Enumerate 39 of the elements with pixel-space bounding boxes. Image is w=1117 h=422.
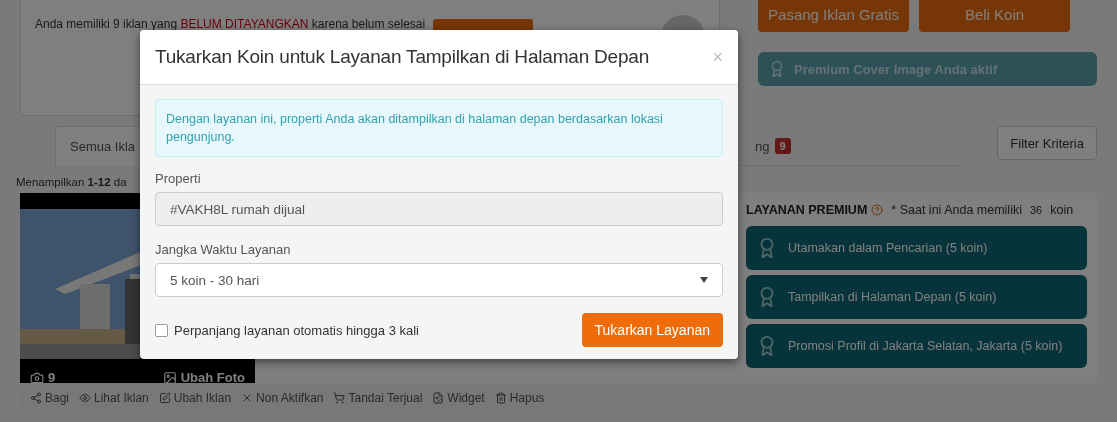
action-link[interactable]: Non Aktifkan: [241, 391, 324, 405]
header-button[interactable]: Pasang Iklan Gratis: [758, 0, 909, 32]
help-icon[interactable]: [871, 204, 884, 216]
coin-unit: koin: [1050, 203, 1074, 217]
action-link[interactable]: Ubah Iklan: [158, 391, 232, 405]
premium-service-button[interactable]: Utamakan dalam Pencarian (5 koin): [746, 226, 1087, 270]
premium-title: LAYANAN PREMIUM: [746, 203, 868, 217]
info-alert: Dengan layanan ini, properti Anda akan ditampilkan di halaman depan berdasarkan lokasi pengunjung.: [155, 99, 723, 157]
result-count: Menampilkan 1-12 da: [16, 176, 127, 188]
share-icon: [30, 392, 42, 404]
modal-title: Tukarkan Koin untuk Layanan Tampilkan di Halaman Depan: [155, 46, 650, 68]
action-link[interactable]: Lihat Iklan: [79, 391, 149, 405]
coin-count: 36: [1029, 204, 1043, 216]
image-icon: [162, 370, 177, 385]
field-label: Properti: [155, 171, 202, 186]
action-link[interactable]: Bagi: [30, 391, 70, 405]
checkbox[interactable]: [155, 323, 168, 337]
field-label: Jangka Waktu Layanan: [155, 242, 292, 257]
delete-icon: [494, 392, 507, 404]
action-link[interactable]: Hapus: [494, 391, 545, 405]
change-photo-link[interactable]: Ubah Foto: [162, 370, 245, 385]
count-badge: 9: [774, 138, 791, 154]
action-link[interactable]: Widget: [432, 391, 485, 405]
tab[interactable]: ng 9: [740, 126, 806, 166]
header-button[interactable]: Beli Koin: [919, 0, 1070, 32]
property-field[interactable]: #VAKH8L rumah dijual: [155, 192, 723, 226]
action-link[interactable]: Tandai Terjual: [333, 391, 423, 405]
caret-icon: [700, 277, 708, 283]
submit-button[interactable]: Tukarkan Layanan: [581, 313, 723, 347]
edit-icon: [158, 392, 171, 404]
filter-button[interactable]: Filter Kriteria: [997, 126, 1097, 160]
premium-service-button[interactable]: Tampilkan di Halaman Depan (5 koin): [746, 275, 1087, 319]
close-button[interactable]: ×: [712, 46, 723, 68]
photo-count: 9: [30, 370, 56, 385]
checkbox-label: Perpanjang layanan otomatis hingga 3 kali: [174, 322, 419, 338]
duration-select[interactable]: 5 koin - 30 hari: [155, 263, 723, 297]
coin-note: * Saat ini Anda memiliki: [891, 203, 1022, 217]
premium-service-button[interactable]: Promosi Profil di Jakarta Selatan, Jakarta (5 koin): [746, 324, 1087, 368]
camera-icon: [30, 370, 44, 385]
